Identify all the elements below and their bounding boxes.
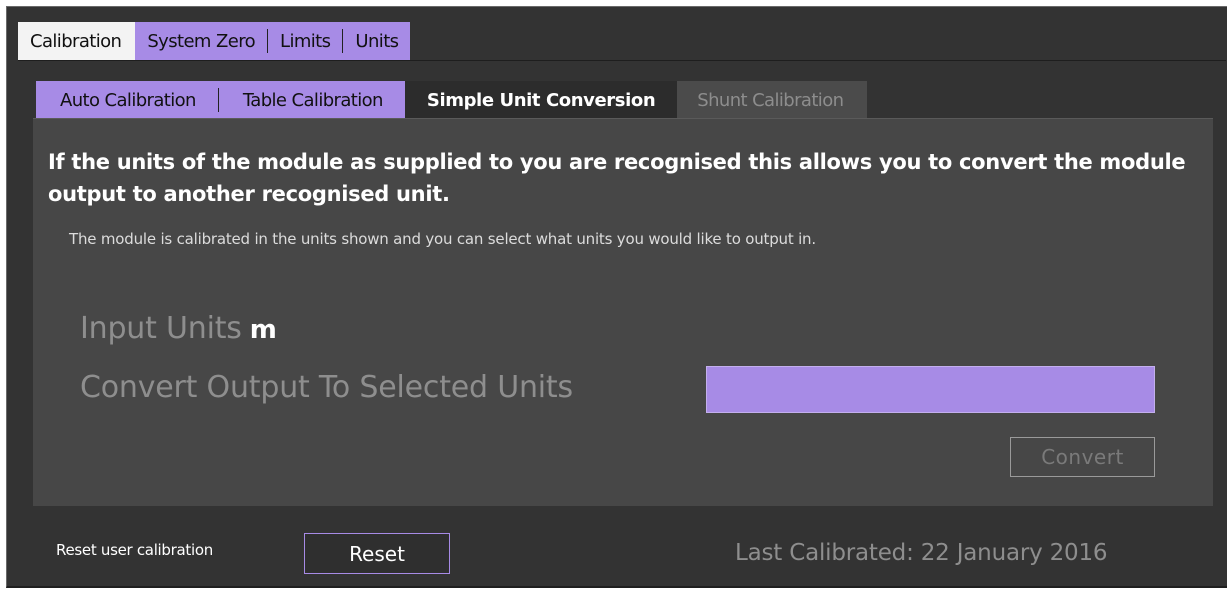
reset-user-calibration-label: Reset user calibration (56, 541, 213, 559)
tab-system-zero[interactable]: System Zero (135, 31, 267, 52)
top-tab-bar: Calibration System Zero Limits Units (18, 22, 1226, 61)
input-units-value: m (249, 315, 277, 345)
reset-button[interactable]: Reset (304, 533, 450, 574)
input-units-label: Input Units (80, 311, 242, 346)
tab-simple-unit-conversion[interactable]: Simple Unit Conversion (404, 81, 678, 119)
convert-output-label: Convert Output To Selected Units (80, 370, 573, 405)
last-calibrated-text: Last Calibrated: 22 January 2016 (735, 540, 1108, 566)
output-units-select[interactable] (706, 366, 1155, 413)
top-tab-group: System Zero Limits Units (135, 22, 411, 60)
tab-table-calibration[interactable]: Table Calibration (219, 90, 405, 111)
tab-calibration[interactable]: Calibration (18, 22, 136, 60)
panel-description: The module is calibrated in the units sh… (69, 230, 816, 248)
tab-shunt-calibration[interactable]: Shunt Calibration (677, 81, 868, 119)
input-units-row: Input Units m (80, 311, 277, 346)
tab-limits[interactable]: Limits (268, 31, 342, 52)
convert-button[interactable]: Convert (1010, 437, 1155, 477)
tab-auto-calibration[interactable]: Auto Calibration (36, 90, 218, 111)
sub-tab-bar: Auto Calibration Table Calibration Simpl… (36, 81, 868, 119)
panel-headline: If the units of the module as supplied t… (48, 150, 1186, 206)
sub-tab-group: Auto Calibration Table Calibration (36, 81, 405, 119)
tab-units[interactable]: Units (343, 31, 410, 52)
